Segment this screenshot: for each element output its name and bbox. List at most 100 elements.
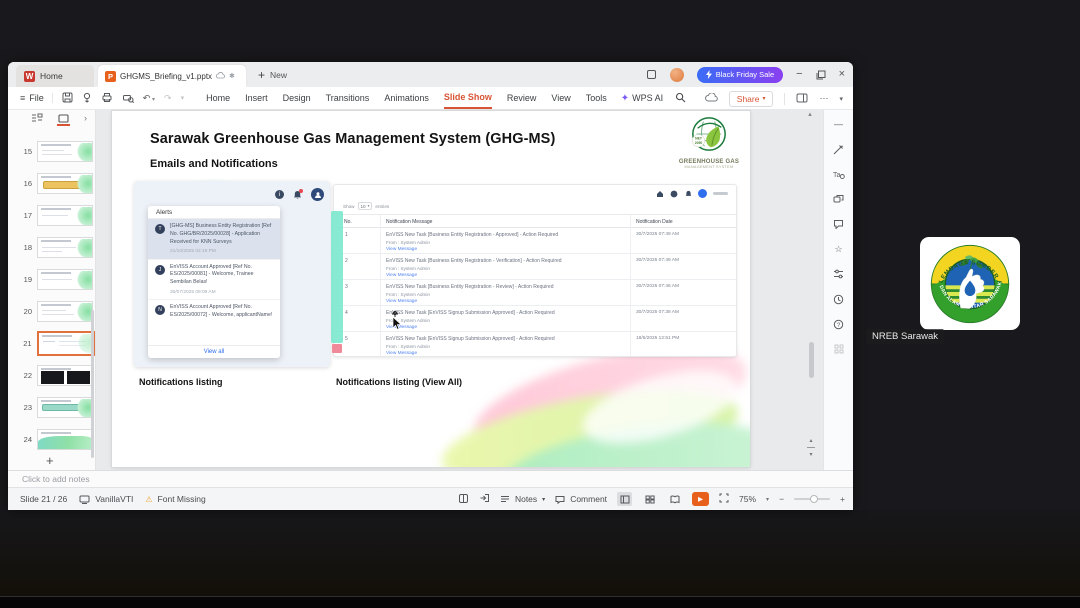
alert-item-2[interactable]: J EnVISS Account Approved [Ref No. ES/20… bbox=[148, 260, 280, 301]
table-row[interactable]: 1 EnVISS New Task [Business Entity Regis… bbox=[334, 228, 736, 254]
view-message-link[interactable]: View Message bbox=[386, 299, 628, 304]
minimize-button[interactable]: − bbox=[796, 69, 802, 80]
normal-view-button[interactable] bbox=[617, 492, 633, 506]
zoom-menu-icon[interactable]: ▾ bbox=[766, 496, 769, 503]
favorites-icon[interactable]: ☆ bbox=[833, 243, 845, 255]
cloud-status-icon[interactable] bbox=[704, 92, 718, 104]
print-icon[interactable] bbox=[101, 92, 113, 105]
next-slide-button[interactable]: ▾ bbox=[809, 451, 812, 458]
search-icon[interactable] bbox=[675, 92, 686, 105]
apps-grid-icon[interactable] bbox=[833, 343, 845, 355]
layout-mode-icon[interactable] bbox=[646, 69, 657, 80]
status-bar: Slide 21 / 26 VanillaVTI ⚠ Font Missing … bbox=[8, 487, 853, 510]
thumbnail-row-15[interactable]: 15 bbox=[8, 140, 95, 162]
tab-home[interactable]: W Home bbox=[16, 65, 94, 87]
print-preview-icon[interactable] bbox=[122, 92, 134, 105]
reading-view-button[interactable] bbox=[667, 492, 682, 506]
zoom-in-button[interactable]: + bbox=[840, 494, 845, 504]
bottom-bar bbox=[0, 596, 1080, 608]
thumbnail-row-17[interactable]: 17 bbox=[8, 204, 95, 226]
thumbnail-row-23[interactable]: 23 bbox=[8, 396, 95, 418]
save-icon[interactable] bbox=[62, 92, 73, 105]
slide-view-icon[interactable] bbox=[57, 112, 70, 126]
history-icon[interactable] bbox=[833, 293, 845, 305]
file-menu-button[interactable]: ≡ File bbox=[20, 93, 53, 103]
view-message-link[interactable]: View Message bbox=[386, 351, 628, 356]
wps-ai-button[interactable]: ✦ WPS AI bbox=[621, 93, 663, 104]
table-row[interactable]: 3 EnVISS New Task [Business Entity Regis… bbox=[334, 280, 736, 306]
share-button[interactable]: Share ▾ bbox=[728, 90, 774, 107]
thumbnail-row-20[interactable]: 20 bbox=[8, 300, 95, 322]
export-icon[interactable] bbox=[82, 92, 92, 105]
thumbnail-row-16[interactable]: 16 bbox=[8, 172, 95, 194]
view-message-link[interactable]: View Message bbox=[386, 325, 628, 330]
thumbnail-row-19[interactable]: 19 bbox=[8, 268, 95, 290]
redo-icon[interactable]: ↷ bbox=[164, 93, 172, 104]
fit-slide-icon[interactable] bbox=[719, 493, 729, 505]
slide-number: 18 bbox=[23, 242, 32, 252]
close-button[interactable]: × bbox=[839, 69, 845, 80]
import-icon[interactable] bbox=[479, 493, 490, 505]
maximize-button[interactable] bbox=[816, 70, 826, 80]
document-scrollbar[interactable] bbox=[809, 342, 814, 378]
view-all-link[interactable]: View all bbox=[148, 345, 280, 358]
participant-video-tile[interactable]: LEMBAGA SUMBER ASLI DAN ALAM SEKITAR SAR… bbox=[920, 237, 1020, 330]
undo-icon[interactable]: ↶ ▾ bbox=[143, 93, 155, 104]
slide-21[interactable]: Sarawak Greenhouse Gas Management System… bbox=[112, 111, 750, 467]
toolbar-more-icon[interactable]: ▾ bbox=[181, 94, 185, 102]
thumbnail-row-21-selected[interactable]: 21 bbox=[8, 330, 95, 356]
collapse-sidebar-icon[interactable]: — bbox=[833, 118, 845, 130]
menu-view[interactable]: View bbox=[551, 88, 570, 108]
zoom-out-button[interactable]: − bbox=[779, 494, 784, 504]
comment-pane-icon[interactable] bbox=[833, 218, 845, 230]
find-replace-icon[interactable]: Ta bbox=[833, 168, 845, 180]
plus-icon: + bbox=[258, 67, 266, 82]
theme-indicator[interactable]: VanillaVTI bbox=[79, 494, 133, 504]
font-missing-warning[interactable]: ⚠ Font Missing bbox=[145, 494, 205, 504]
quick-tools-icon[interactable] bbox=[833, 143, 845, 155]
outline-view-icon[interactable] bbox=[30, 112, 43, 124]
notes-toggle[interactable]: Notes ▾ bbox=[500, 494, 545, 504]
settings-sliders-icon[interactable] bbox=[833, 268, 845, 280]
menu-transitions[interactable]: Transitions bbox=[326, 88, 370, 108]
collapse-ribbon-icon[interactable]: ▾ bbox=[839, 95, 843, 103]
more-options-icon[interactable]: ⋯ bbox=[819, 93, 828, 104]
help-icon[interactable]: ? bbox=[833, 318, 845, 330]
zoom-level[interactable]: 75% bbox=[739, 494, 756, 504]
menu-home[interactable]: Home bbox=[206, 88, 230, 108]
comment-button[interactable]: Comment bbox=[555, 494, 607, 504]
menu-design[interactable]: Design bbox=[283, 88, 311, 108]
thumbnail-scrollbar[interactable] bbox=[91, 310, 94, 458]
slide-sorter-view-button[interactable] bbox=[642, 492, 657, 506]
new-tab-button[interactable]: + New bbox=[258, 62, 287, 87]
thumbnail-row-18[interactable]: 18 bbox=[8, 236, 95, 258]
slideshow-play-button[interactable]: ▶ bbox=[692, 492, 710, 506]
scroll-up-arrow[interactable]: ▲ bbox=[807, 112, 813, 118]
menu-insert[interactable]: Insert bbox=[245, 88, 268, 108]
view-message-link[interactable]: View Message bbox=[386, 273, 628, 278]
thumbnail-row-24[interactable]: 24 bbox=[8, 428, 95, 450]
page-size-select[interactable]: 10 ▾ bbox=[357, 202, 373, 210]
panel-toggle-icon[interactable] bbox=[796, 93, 808, 105]
collapse-panel-icon[interactable]: › bbox=[84, 113, 87, 123]
menu-animations[interactable]: Animations bbox=[384, 88, 429, 108]
view-message-link[interactable]: View Message bbox=[386, 247, 628, 252]
menu-tools[interactable]: Tools bbox=[586, 88, 607, 108]
table-row[interactable]: 2 EnVISS New Task [Business Entity Regis… bbox=[334, 254, 736, 280]
tab-document[interactable]: P GHGMS_Briefing_v1.pptx ✱ bbox=[98, 65, 246, 87]
notes-area[interactable]: Click to add notes bbox=[8, 470, 853, 487]
menu-review[interactable]: Review bbox=[507, 88, 537, 108]
previous-slide-button[interactable]: ▴ bbox=[809, 437, 812, 444]
black-friday-sale-button[interactable]: Black Friday Sale bbox=[696, 66, 784, 83]
col-date: Notification Date bbox=[636, 219, 673, 225]
account-avatar[interactable] bbox=[669, 67, 684, 82]
zoom-slider-knob[interactable] bbox=[810, 495, 819, 503]
thumbnail-row-22[interactable]: 22 bbox=[8, 364, 95, 386]
zoom-slider[interactable] bbox=[794, 495, 831, 503]
menu-slide-show[interactable]: Slide Show bbox=[443, 87, 492, 109]
alert-item-1[interactable]: T [GHG-MS] Business Entity Registration … bbox=[148, 219, 280, 260]
add-slide-button[interactable]: + bbox=[46, 453, 54, 468]
grid-settings-icon[interactable] bbox=[458, 493, 469, 506]
alert-item-3[interactable]: N EnVISS Account Approved [Ref No. ES/20… bbox=[148, 300, 280, 326]
selection-pane-icon[interactable] bbox=[833, 193, 845, 205]
